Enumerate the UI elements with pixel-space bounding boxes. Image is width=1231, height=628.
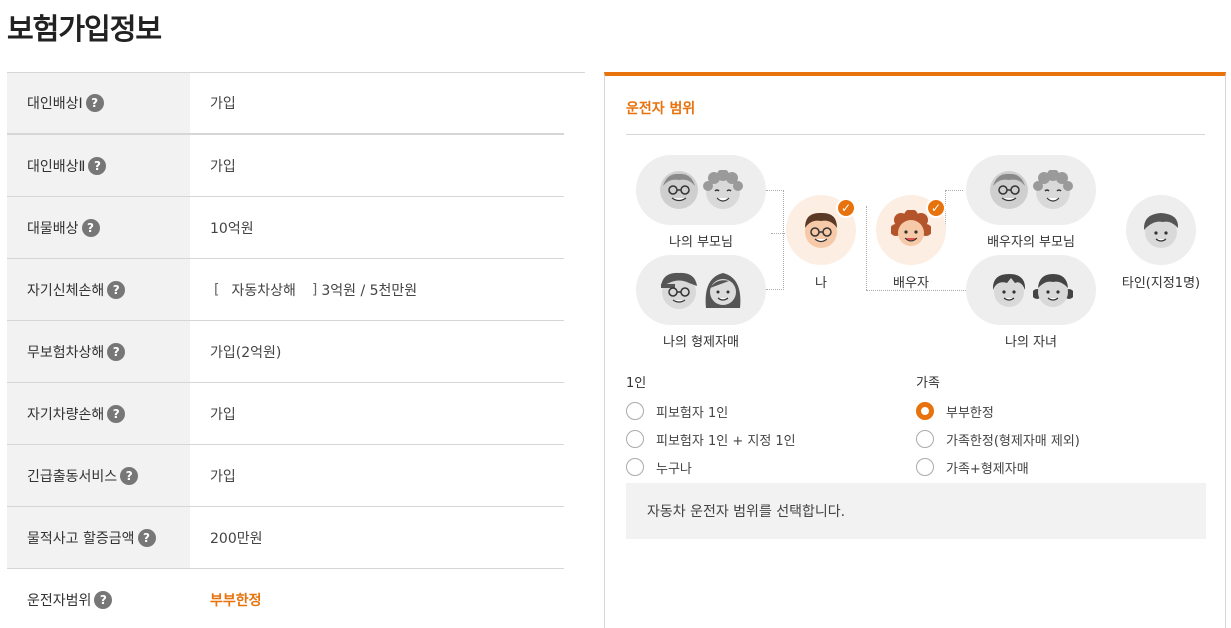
help-icon[interactable]: ? <box>88 156 107 175</box>
row-label: 물적사고 할증금액 <box>27 530 135 547</box>
bracket-open: [ <box>214 281 220 298</box>
girl-icon <box>1033 270 1073 310</box>
connector-line <box>771 233 785 234</box>
help-icon[interactable]: ? <box>120 466 139 485</box>
relationship-diagram: 나의 부모님 나의 형제자매 ✓ 나 ✓ 배우자 배우자의 부모님 나의 자녀 … <box>605 76 1227 376</box>
family-driver-group: 가족 부부한정 가족한정(형제자매 제외) 가족+형제자매 <box>916 372 1080 481</box>
radio-button[interactable] <box>626 458 644 476</box>
row-label: 운전자범위 <box>27 593 92 609</box>
row-label: 긴급출동서비스 <box>27 468 118 485</box>
group-title: 1인 <box>626 376 647 391</box>
spouse-label: 배우자 <box>893 276 929 291</box>
coverage-row: 자기신체손해? [ 자동차상해 ] 3억원 / 5천만원 <box>7 259 564 321</box>
grandma-icon <box>703 170 743 210</box>
woman-icon <box>891 210 931 250</box>
radio-button-selected[interactable] <box>916 402 934 420</box>
help-icon[interactable]: ? <box>107 404 126 423</box>
help-icon[interactable]: ? <box>94 591 113 609</box>
check-icon: ✓ <box>926 198 946 218</box>
row-value: 10억원 <box>210 220 254 237</box>
radio-option-anyone[interactable]: 누구나 <box>626 453 796 481</box>
radio-button[interactable] <box>916 430 934 448</box>
radio-button[interactable] <box>916 458 934 476</box>
coverage-row: 운전자범위? 부부한정 <box>7 569 585 628</box>
single-driver-group: 1인 피보험자 1인 피보험자 1인 + 지정 1인 누구나 <box>626 372 796 481</box>
row-value: 가입(2억원) <box>210 344 282 361</box>
help-icon[interactable]: ? <box>137 528 156 547</box>
check-icon: ✓ <box>836 198 856 218</box>
help-icon[interactable]: ? <box>85 94 104 112</box>
my-parents-label: 나의 부모님 <box>669 235 733 250</box>
radio-label: 부부한정 <box>946 405 994 421</box>
connector-line <box>866 206 867 290</box>
row-value: 3억원 / 5천만원 <box>321 282 418 299</box>
row-label: 자기차량손해 <box>27 406 105 423</box>
info-message: 자동차 운전자 범위를 선택합니다. <box>626 483 1206 539</box>
row-value: 가입 <box>210 96 236 112</box>
brother-icon <box>659 270 699 310</box>
me-label: 나 <box>815 276 827 291</box>
person-icon <box>1141 210 1181 250</box>
radio-label: 가족한정(형제자매 제외) <box>946 433 1080 449</box>
connector-line <box>766 190 784 290</box>
my-siblings-label: 나의 형제자매 <box>663 335 739 350</box>
row-value: 가입 <box>210 406 236 423</box>
coverage-row: 무보험차상해? 가입(2억원) <box>7 321 564 383</box>
boy-icon <box>989 270 1029 310</box>
row-label: 자기신체손해 <box>27 282 105 299</box>
coverage-row: 긴급출동서비스? 가입 <box>7 445 564 507</box>
row-value: 가입 <box>210 468 236 485</box>
grandpa-icon <box>659 170 699 210</box>
spouse-parents-node[interactable] <box>966 155 1096 225</box>
coverage-row: 대물배상? 10억원 <box>7 197 564 259</box>
man-icon <box>801 210 841 250</box>
radio-button[interactable] <box>626 402 644 420</box>
coverage-row: 자기차량손해? 가입 <box>7 383 564 445</box>
row-label: 대인배상Ⅱ <box>27 158 86 175</box>
grandma-icon <box>1033 170 1073 210</box>
row-value: 200만원 <box>210 530 263 547</box>
row-label: 대물배상 <box>27 220 79 237</box>
page-title: 보험가입정보 <box>7 12 162 46</box>
row-value: 가입 <box>210 158 236 175</box>
coverage-row: 대인배상Ⅰ? 가입 <box>7 73 564 135</box>
radio-option-insured-plus-one[interactable]: 피보험자 1인 + 지정 1인 <box>626 425 796 453</box>
coverage-row: 물적사고 할증금액? 200만원 <box>7 507 564 569</box>
row-sub-label: 자동차상해 <box>231 282 296 299</box>
driver-scope-value: 부부한정 <box>210 593 262 609</box>
my-children-node[interactable] <box>966 255 1096 325</box>
bracket-close: ] <box>311 281 318 298</box>
help-icon[interactable]: ? <box>107 280 126 299</box>
my-children-label: 나의 자녀 <box>1005 335 1057 350</box>
radio-label: 피보험자 1인 + 지정 1인 <box>656 433 796 449</box>
row-label: 무보험차상해 <box>27 344 105 361</box>
coverage-table: 대인배상Ⅰ? 가입 대인배상Ⅱ? 가입 대물배상? 10억원 자기신체손해? [… <box>7 72 585 628</box>
help-icon[interactable]: ? <box>107 342 126 361</box>
help-icon[interactable]: ? <box>81 218 100 237</box>
other-label: 타인(지정1명) <box>1121 276 1201 291</box>
radio-option-family-only[interactable]: 가족한정(형제자매 제외) <box>916 425 1080 453</box>
my-parents-node[interactable] <box>636 155 766 225</box>
spouse-parents-label: 배우자의 부모님 <box>987 235 1075 250</box>
other-node[interactable] <box>1126 195 1196 265</box>
radio-option-couple-only[interactable]: 부부한정 <box>916 397 1080 425</box>
sister-icon <box>703 270 743 310</box>
radio-label: 가족+형제자매 <box>946 461 1029 477</box>
grandpa-icon <box>989 170 1029 210</box>
radio-option-family-siblings[interactable]: 가족+형제자매 <box>916 453 1080 481</box>
radio-label: 누구나 <box>656 461 692 477</box>
driver-scope-panel: 운전자 범위 나의 부모님 나의 형제자매 ✓ 나 ✓ 배우자 배우자의 부모님… <box>604 72 1226 628</box>
connector-line <box>945 190 963 230</box>
radio-button[interactable] <box>626 430 644 448</box>
my-siblings-node[interactable] <box>636 255 766 325</box>
radio-label: 피보험자 1인 <box>656 405 729 421</box>
radio-option-insured-only[interactable]: 피보험자 1인 <box>626 397 796 425</box>
coverage-row: 대인배상Ⅱ? 가입 <box>7 135 564 197</box>
row-label: 대인배상Ⅰ <box>27 96 83 112</box>
group-title: 가족 <box>916 376 940 391</box>
